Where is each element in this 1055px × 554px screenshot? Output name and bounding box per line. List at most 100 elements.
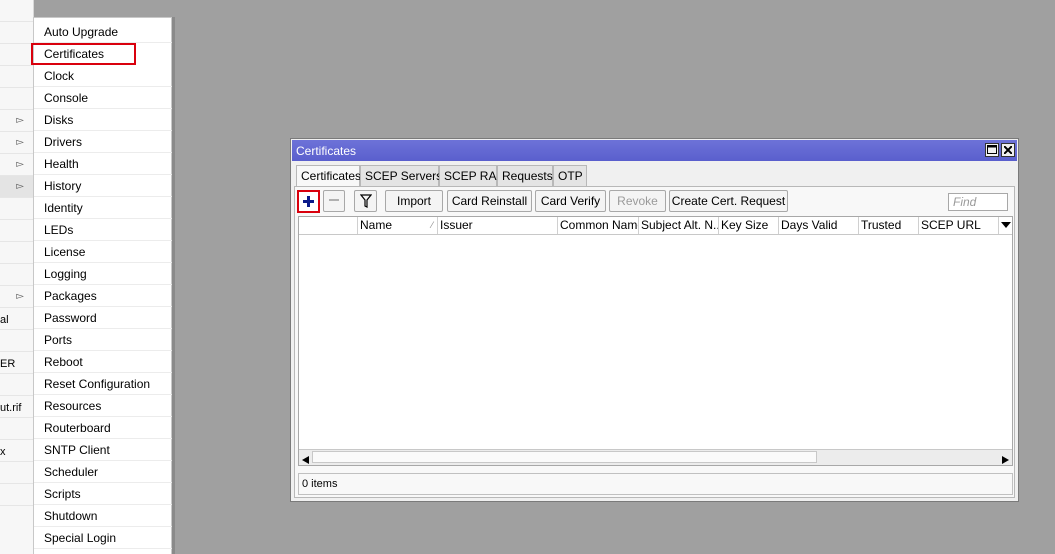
- left-menu-row[interactable]: [0, 264, 33, 286]
- left-menu-label: al: [0, 314, 9, 326]
- left-menu-row[interactable]: [0, 0, 33, 22]
- submenu-item-sntp-client[interactable]: SNTP Client: [34, 439, 173, 461]
- submenu-item-reboot[interactable]: Reboot: [34, 351, 173, 373]
- left-menu-row[interactable]: [0, 242, 33, 264]
- horizontal-scrollbar[interactable]: [299, 449, 1012, 465]
- submenu-arrow-icon: ▻: [16, 181, 24, 192]
- column-header-issuer[interactable]: Issuer: [438, 217, 558, 234]
- maximize-button[interactable]: [985, 143, 999, 157]
- submenu-item-console[interactable]: Console: [34, 87, 173, 109]
- sort-indicator-icon: ⁄: [431, 220, 433, 230]
- close-icon: [1003, 145, 1013, 155]
- column-header-name[interactable]: Name ⁄: [358, 217, 438, 234]
- column-header-trusted[interactable]: Trusted: [859, 217, 919, 234]
- submenu-item-reset-configuration[interactable]: Reset Configuration: [34, 373, 173, 395]
- scroll-left-icon[interactable]: [302, 453, 309, 467]
- left-menu-row[interactable]: [0, 330, 33, 352]
- submenu-item-auto-upgrade[interactable]: Auto Upgrade: [34, 21, 173, 43]
- submenu-item-leds[interactable]: LEDs: [34, 219, 173, 241]
- submenu-item-packages[interactable]: Packages: [34, 285, 173, 307]
- left-menu-row[interactable]: x: [0, 440, 33, 462]
- scrollbar-thumb[interactable]: [312, 451, 817, 463]
- add-button[interactable]: [297, 190, 320, 213]
- submenu-arrow-icon: ▻: [16, 137, 24, 148]
- column-header-days-valid[interactable]: Days Valid: [779, 217, 859, 234]
- left-menu-row[interactable]: [0, 44, 33, 66]
- left-menu-row[interactable]: [0, 374, 33, 396]
- left-menu-row-selected[interactable]: ▻: [0, 176, 33, 198]
- left-menu-row[interactable]: ▻: [0, 154, 33, 176]
- window-title: Certificates: [296, 144, 357, 158]
- left-menu-row[interactable]: al: [0, 308, 33, 330]
- left-menu-row[interactable]: [0, 462, 33, 484]
- maximize-icon: [987, 145, 997, 154]
- filter-icon: [359, 194, 372, 208]
- find-input[interactable]: Find: [948, 193, 1008, 211]
- card-verify-button[interactable]: Card Verify: [535, 190, 606, 212]
- submenu-item-ports[interactable]: Ports: [34, 329, 173, 351]
- submenu-item-resources[interactable]: Resources: [34, 395, 173, 417]
- submenu-item-identity[interactable]: Identity: [34, 197, 173, 219]
- create-cert-request-button[interactable]: Create Cert. Request: [669, 190, 788, 212]
- submenu-item-clock[interactable]: Clock: [34, 65, 173, 87]
- submenu-item-certificates[interactable]: Certificates: [31, 43, 136, 65]
- import-button[interactable]: Import: [385, 190, 443, 212]
- system-submenu: Auto Upgrade Certificates Clock Console …: [31, 17, 173, 554]
- remove-button[interactable]: [323, 190, 345, 212]
- left-menu-label: ER: [0, 358, 16, 370]
- left-menu-row[interactable]: ▻: [0, 286, 33, 308]
- submenu-item-scheduler[interactable]: Scheduler: [34, 461, 173, 483]
- table-header: Name ⁄ Issuer Common Name Subject Alt. N.…: [299, 217, 1012, 235]
- column-header-key-size[interactable]: Key Size: [719, 217, 779, 234]
- certificates-table: Name ⁄ Issuer Common Name Subject Alt. N.…: [298, 216, 1013, 466]
- submenu-item-license[interactable]: License: [34, 241, 173, 263]
- tab-requests[interactable]: Requests: [497, 165, 553, 186]
- left-menu-row[interactable]: [0, 484, 33, 506]
- left-menu-row[interactable]: ER: [0, 352, 33, 374]
- column-header-flags[interactable]: [299, 217, 358, 234]
- left-menu-row[interactable]: [0, 418, 33, 440]
- left-menu-row[interactable]: [0, 22, 33, 44]
- column-header-common-name[interactable]: Common Name: [558, 217, 639, 234]
- submenu-item-password[interactable]: Password: [34, 307, 173, 329]
- submenu-item-routerboard[interactable]: Routerboard: [34, 417, 173, 439]
- submenu-item-drivers[interactable]: Drivers: [34, 131, 173, 153]
- revoke-button[interactable]: Revoke: [609, 190, 666, 212]
- left-menu-row[interactable]: [0, 198, 33, 220]
- column-header-label: Name: [360, 218, 393, 232]
- plus-icon: [303, 196, 314, 207]
- left-menu-row[interactable]: ut.rif: [0, 396, 33, 418]
- window-titlebar[interactable]: Certificates: [292, 140, 1017, 161]
- status-bar: 0 items: [298, 473, 1013, 495]
- left-menu-row[interactable]: ▻: [0, 132, 33, 154]
- tab-scep-servers[interactable]: SCEP Servers: [360, 165, 442, 186]
- submenu-item-disks[interactable]: Disks: [34, 109, 173, 131]
- left-menu-row[interactable]: [0, 88, 33, 110]
- column-header-scep-url[interactable]: SCEP URL: [919, 217, 999, 234]
- left-menu-panel: ▻ ▻ ▻ ▻ ▻ al ER ut.rif x: [0, 0, 34, 554]
- tab-certificates[interactable]: Certificates: [296, 165, 361, 187]
- submenu-arrow-icon: ▻: [16, 115, 24, 126]
- submenu-item-logging[interactable]: Logging: [34, 263, 173, 285]
- column-header-subject-alt-name[interactable]: Subject Alt. N...: [639, 217, 719, 234]
- left-menu-row[interactable]: [0, 66, 33, 88]
- submenu-arrow-icon: ▻: [16, 291, 24, 302]
- left-menu-row[interactable]: [0, 220, 33, 242]
- dropdown-arrow-icon: [1001, 222, 1011, 228]
- submenu-item-special-login[interactable]: Special Login: [34, 527, 173, 549]
- submenu-arrow-icon: ▻: [16, 159, 24, 170]
- submenu-item-shutdown[interactable]: Shutdown: [34, 505, 173, 527]
- filter-button[interactable]: [354, 190, 377, 212]
- left-menu-label: ut.rif: [0, 402, 22, 414]
- tab-scep-ra[interactable]: SCEP RA: [439, 165, 497, 186]
- scroll-right-icon[interactable]: [1002, 453, 1009, 467]
- card-reinstall-button[interactable]: Card Reinstall: [447, 190, 532, 212]
- tab-otp[interactable]: OTP: [553, 165, 587, 186]
- submenu-shadow: [172, 17, 175, 554]
- submenu-item-scripts[interactable]: Scripts: [34, 483, 173, 505]
- left-menu-row[interactable]: ▻: [0, 110, 33, 132]
- close-button[interactable]: [1001, 143, 1015, 157]
- submenu-item-health[interactable]: Health: [34, 153, 173, 175]
- submenu-item-history[interactable]: History: [34, 175, 173, 197]
- column-menu-button[interactable]: [999, 217, 1012, 234]
